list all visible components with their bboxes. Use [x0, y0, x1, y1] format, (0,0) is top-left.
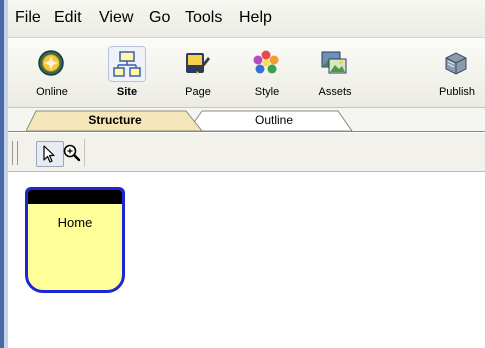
- page-node-label: Home: [57, 215, 93, 230]
- site-button[interactable]: Site: [97, 44, 157, 106]
- pointer-arrow-icon: [43, 145, 55, 163]
- toolbar-grip[interactable]: [12, 141, 18, 165]
- zoom-icon: [63, 144, 81, 162]
- menu-go[interactable]: Go: [149, 9, 170, 27]
- menu-view[interactable]: View: [99, 9, 133, 27]
- window-left-edge: [0, 0, 8, 348]
- page-node-home[interactable]: Home: [25, 187, 125, 293]
- online-button[interactable]: Online: [22, 44, 82, 106]
- style-palette-icon: [248, 46, 284, 80]
- view-tools-separator: [84, 139, 85, 167]
- style-button[interactable]: Style: [237, 44, 297, 106]
- tab-structure-label: Structure: [88, 113, 142, 127]
- online-label: Online: [36, 86, 68, 98]
- publish-button[interactable]: Publish: [427, 44, 485, 106]
- assets-label: Assets: [318, 86, 352, 98]
- menu-edit[interactable]: Edit: [54, 9, 82, 27]
- page-node-titlebar: [28, 190, 122, 204]
- site-label: Site: [116, 86, 138, 98]
- menu-file[interactable]: File: [15, 9, 41, 27]
- online-globe-icon: [33, 46, 69, 80]
- style-label: Style: [254, 86, 280, 98]
- page-edit-icon: [179, 46, 215, 80]
- menu-help[interactable]: Help: [239, 9, 272, 27]
- tab-strip-divider: [8, 131, 485, 132]
- tab-outline-label: Outline: [254, 113, 294, 127]
- zoom-tool-button[interactable]: [58, 141, 84, 165]
- app-window: File Edit View Go Tools Help Online Site…: [0, 0, 485, 348]
- page-label: Page: [185, 86, 211, 98]
- menu-bar: File Edit View Go Tools Help: [8, 0, 485, 38]
- assets-button[interactable]: Assets: [305, 44, 365, 106]
- publish-server-icon: [438, 46, 474, 80]
- page-button[interactable]: Page: [168, 44, 228, 106]
- main-toolbar: Online Site Page Style Assets Publish: [8, 38, 485, 108]
- site-sitemap-icon: [108, 46, 146, 82]
- tab-structure[interactable]: Structure: [26, 110, 204, 132]
- view-tab-strip: Outline Structure: [8, 108, 485, 132]
- menu-tools[interactable]: Tools: [185, 9, 222, 27]
- view-tools-bar: [8, 133, 485, 172]
- assets-images-icon: [316, 46, 352, 80]
- publish-label: Publish: [438, 86, 476, 98]
- tab-outline[interactable]: Outline: [188, 110, 360, 132]
- structure-canvas[interactable]: Home: [8, 172, 485, 348]
